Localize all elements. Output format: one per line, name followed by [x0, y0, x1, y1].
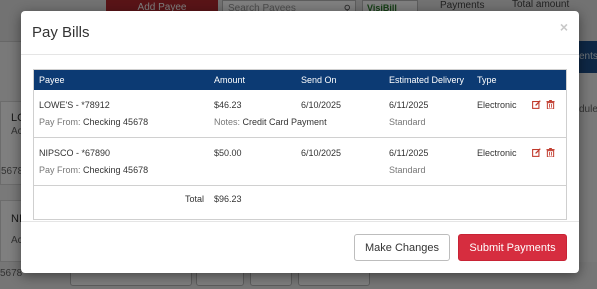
delivery-speed: Standard [389, 117, 426, 127]
delivery-date: 6/11/2025 [389, 148, 429, 158]
payee-name: LOWE'S - *78912 [39, 100, 110, 110]
delivery-speed: Standard [389, 165, 426, 175]
send-on-date: 6/10/2025 [301, 100, 342, 110]
make-changes-button[interactable]: Make Changes [354, 234, 450, 261]
pay-from: Pay From: Checking 45678 [39, 165, 148, 175]
close-icon[interactable]: × [560, 20, 568, 34]
payments-table: Payee Amount Send On Estimated Delivery … [33, 69, 567, 220]
column-header-type: Type [477, 75, 497, 85]
pay-from-account: Checking 45678 [83, 165, 149, 175]
pay-bills-modal: Pay Bills × Payee Amount Send On Estimat… [21, 11, 579, 273]
notes-label: Notes: [214, 117, 241, 127]
table-header: Payee Amount Send On Estimated Delivery … [34, 70, 566, 90]
total-amount: $96.23 [214, 194, 242, 204]
row-actions [532, 100, 557, 111]
column-header-payee: Payee [39, 75, 65, 85]
payment-type: Electronic [477, 100, 517, 110]
pay-from: Pay From: Checking 45678 [39, 117, 148, 127]
edit-icon[interactable] [532, 100, 543, 109]
pay-from-account: Checking 45678 [83, 117, 149, 127]
payment-notes: Notes: Credit Card Payment [214, 117, 327, 127]
notes-value: Credit Card Payment [242, 117, 327, 127]
pay-from-label: Pay From: [39, 117, 81, 127]
trash-icon[interactable] [545, 100, 557, 109]
payment-amount: $46.23 [214, 100, 242, 110]
modal-footer: Make Changes Submit Payments [21, 221, 579, 273]
total-row: Total $96.23 [34, 186, 566, 219]
column-header-estimated-delivery: Estimated Delivery [389, 75, 465, 85]
trash-icon[interactable] [545, 148, 557, 157]
column-header-send-on: Send On [301, 75, 337, 85]
table-row: LOWE'S - *78912 Pay From: Checking 45678… [34, 90, 566, 138]
send-on-date: 6/10/2025 [301, 148, 342, 158]
delivery-date: 6/11/2025 [389, 100, 429, 110]
payment-type: Electronic [477, 148, 517, 158]
payee-name: NIPSCO - *67890 [39, 148, 111, 158]
column-header-amount: Amount [214, 75, 246, 85]
row-actions [532, 148, 557, 159]
table-row: NIPSCO - *67890 Pay From: Checking 45678… [34, 138, 566, 186]
modal-title: Pay Bills [32, 24, 90, 41]
edit-icon[interactable] [532, 148, 543, 157]
modal-header: Pay Bills × [21, 11, 579, 55]
payment-amount: $50.00 [214, 148, 242, 158]
total-label: Total [185, 194, 205, 204]
submit-payments-button[interactable]: Submit Payments [458, 234, 567, 261]
pay-from-label: Pay From: [39, 165, 81, 175]
